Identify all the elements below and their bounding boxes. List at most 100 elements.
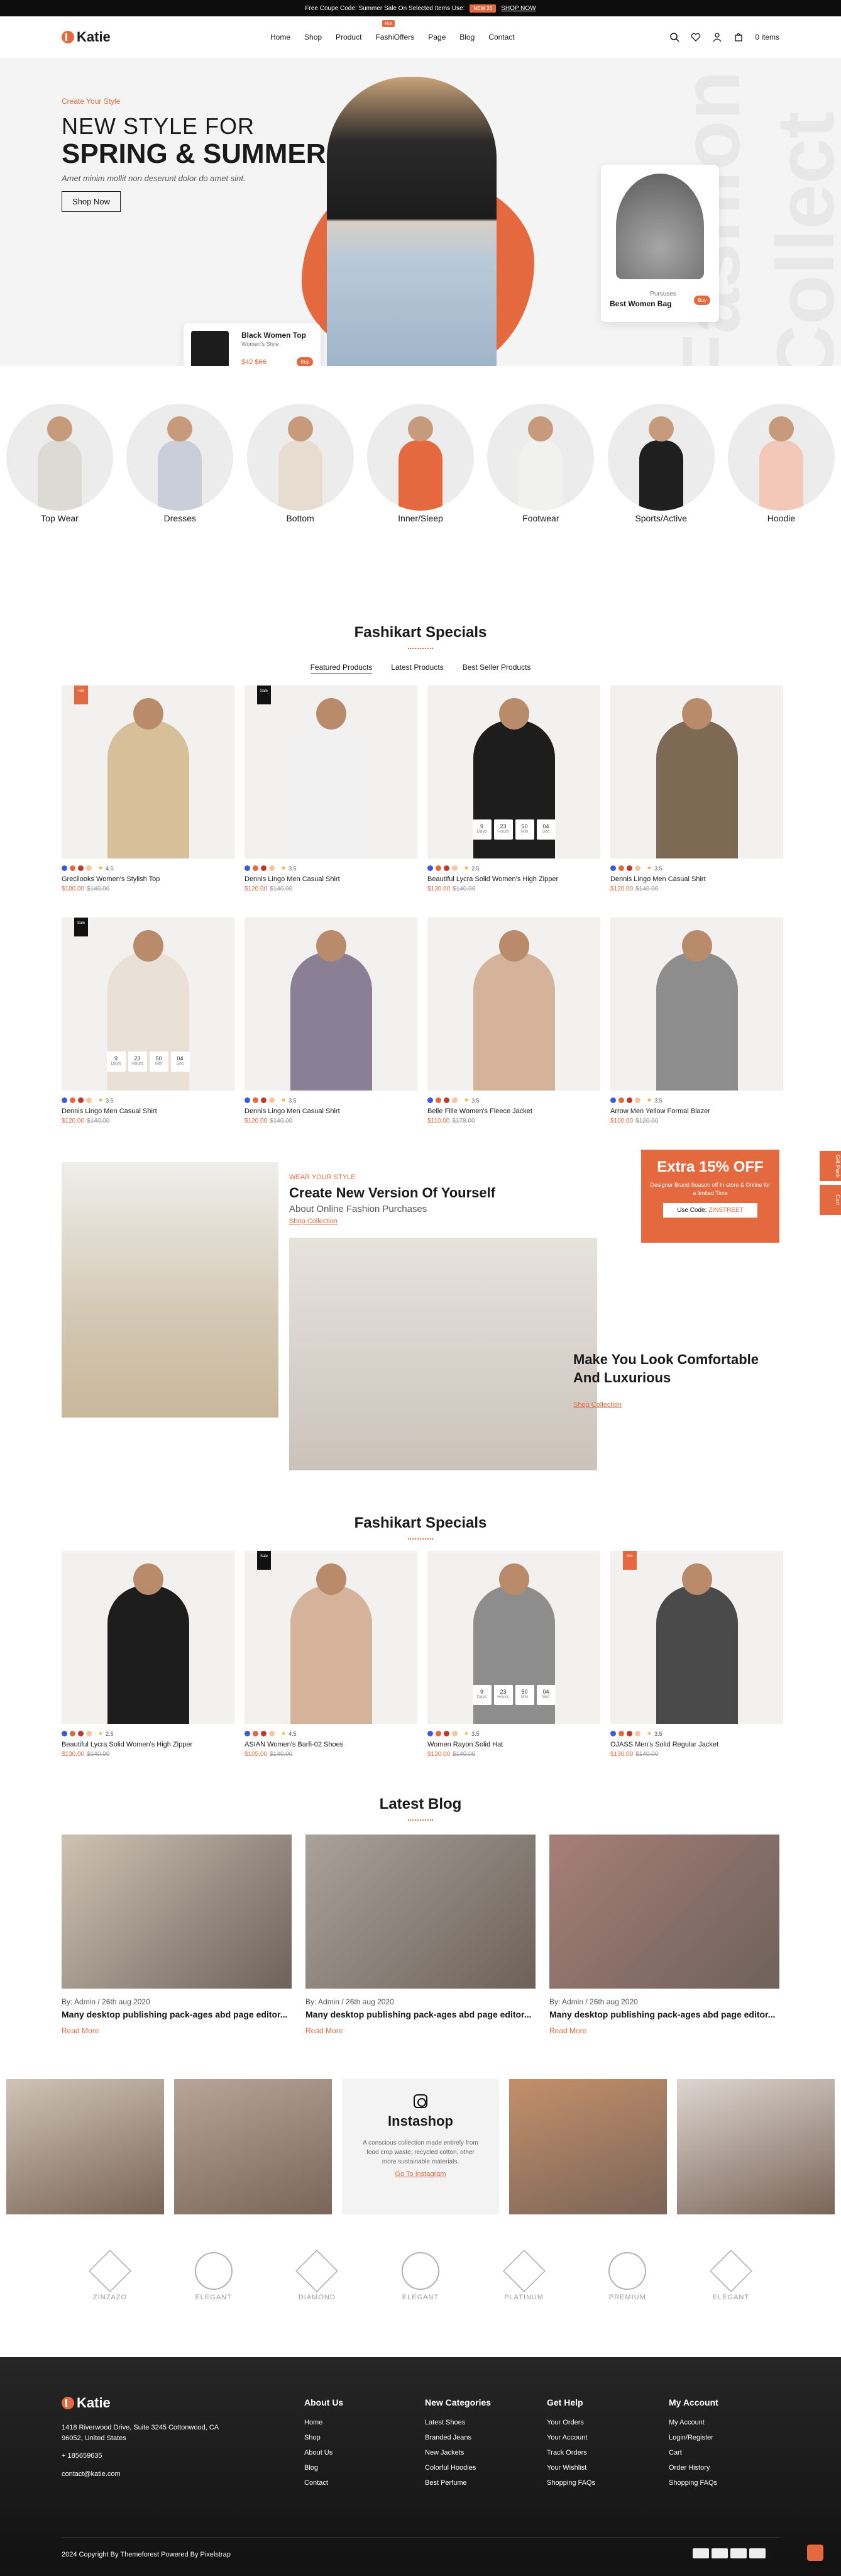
coupon-code[interactable]: Use Code: ZINSTREET xyxy=(663,1203,757,1218)
footer-link[interactable]: Blog xyxy=(304,2464,343,2472)
heart-icon[interactable] xyxy=(691,32,701,42)
footer-link[interactable]: Your Orders xyxy=(547,2419,595,2426)
color-swatch[interactable] xyxy=(261,1731,267,1736)
footer-link[interactable]: Shop xyxy=(304,2434,343,2441)
footer-link[interactable]: About Us xyxy=(304,2449,343,2457)
color-swatch[interactable] xyxy=(78,865,84,871)
footer-link[interactable]: Your Account xyxy=(547,2434,595,2441)
category-item[interactable]: Bottom xyxy=(246,404,354,624)
footer-link[interactable]: Shopping FAQs xyxy=(669,2479,718,2487)
color-swatch[interactable] xyxy=(86,1097,92,1103)
color-swatch[interactable] xyxy=(444,1097,449,1103)
color-swatch[interactable] xyxy=(269,1097,275,1103)
category-item[interactable]: Top Wear xyxy=(6,404,113,624)
footer-link[interactable]: Track Orders xyxy=(547,2449,595,2457)
product-card[interactable]: ★ 3.5 Arrow Men Yellow Formal Blazer $100.0… xyxy=(610,918,783,1124)
hero-bag-card[interactable]: Pursuses Best Women Bag Buy xyxy=(601,165,719,322)
product-image[interactable]: 9 Days 23 Hours 50 Min 04 Sec xyxy=(427,1551,600,1724)
product-card[interactable]: 9 Days 23 Hours 50 Min 04 Sec ★ 3.5 Women Rayon So… xyxy=(427,1551,600,1758)
color-swatch[interactable] xyxy=(452,865,458,871)
shop-now-link[interactable]: SHOP NOW xyxy=(501,5,536,12)
product-card[interactable]: ★ 3.5 Belle Fille Women's Fleece Jacket $11… xyxy=(427,918,600,1124)
brand-logo[interactable]: ELEGANT xyxy=(703,2250,759,2301)
blog-image[interactable] xyxy=(305,1835,536,1989)
product-card[interactable]: Hot ★ 3.5 OJASS Men's Solid Regular Jacket $… xyxy=(610,1551,783,1758)
nav-contact[interactable]: Contact xyxy=(488,33,514,42)
color-swatch[interactable] xyxy=(78,1097,84,1103)
instagram-photo[interactable] xyxy=(6,2079,164,2215)
instagram-photo[interactable] xyxy=(677,2079,835,2215)
color-swatch[interactable] xyxy=(253,865,258,871)
hero-product-card[interactable]: Black Women Top Women's Style $42 $66 Bu… xyxy=(184,323,321,366)
color-swatch[interactable] xyxy=(610,1097,616,1103)
color-swatch[interactable] xyxy=(635,1731,640,1736)
footer-email[interactable]: contact@katie.com xyxy=(62,2469,225,2480)
color-swatch[interactable] xyxy=(618,865,624,871)
tab-latest[interactable]: Latest Products xyxy=(391,663,443,674)
color-swatch[interactable] xyxy=(436,1097,441,1103)
product-card[interactable]: Sale 9 Days 23 Hours 50 Min 04 Sec ★ 3.5 Dennis Lin… xyxy=(62,918,234,1124)
category-item[interactable]: Inner/Sleep xyxy=(366,404,474,624)
read-more-link[interactable]: Read More xyxy=(305,2026,536,2035)
color-swatch[interactable] xyxy=(261,865,267,871)
category-item[interactable]: Footwear xyxy=(487,404,595,624)
promo-shop-link-2[interactable]: Shop Collection xyxy=(573,1401,622,1409)
product-name[interactable]: Dennis Lingo Men Casual Shirt xyxy=(245,875,417,883)
blog-card[interactable]: By: Admin / 26th aug 2020 Many desktop pu… xyxy=(549,1835,779,2035)
footer-link[interactable]: Branded Jeans xyxy=(425,2434,491,2441)
nav-shop[interactable]: Shop xyxy=(304,33,322,42)
nav-blog[interactable]: Blog xyxy=(459,33,475,42)
product-name[interactable]: Dennis Lingo Men Casual Shirt xyxy=(245,1108,417,1115)
brand-logo[interactable]: PLATINUM xyxy=(496,2250,552,2301)
nav-home[interactable]: Home xyxy=(270,33,290,42)
brand-logo[interactable]: ZINZAZO xyxy=(82,2250,138,2301)
product-name[interactable]: Grecilooks Women's Stylish Top xyxy=(62,875,234,883)
product-image[interactable]: Sale xyxy=(245,686,417,858)
blog-card[interactable]: By: Admin / 26th aug 2020 Many desktop pu… xyxy=(305,1835,536,2035)
category-item[interactable]: Dresses xyxy=(126,404,234,624)
footer-link[interactable]: Home xyxy=(304,2419,343,2426)
color-swatch[interactable] xyxy=(427,865,433,871)
nav-product[interactable]: Product xyxy=(336,33,361,42)
product-image[interactable] xyxy=(245,918,417,1091)
color-swatch[interactable] xyxy=(62,865,67,871)
product-image[interactable]: Hot xyxy=(62,686,234,858)
instagram-link[interactable]: Go To Instagram xyxy=(342,2170,500,2178)
blog-title[interactable]: Many desktop publishing pack-ages abd pa… xyxy=(305,2009,536,2020)
product-name[interactable]: Dennis Lingo Men Casual Shirt xyxy=(62,1108,234,1115)
category-item[interactable]: Sports/Active xyxy=(607,404,715,624)
hero-card-buy-button[interactable]: Buy xyxy=(297,357,313,366)
color-swatch[interactable] xyxy=(427,1731,433,1736)
hero-shop-now-button[interactable]: Shop Now xyxy=(62,191,121,212)
color-swatch[interactable] xyxy=(70,1731,75,1736)
product-image[interactable]: Hot xyxy=(610,1551,783,1724)
blog-title[interactable]: Many desktop publishing pack-ages abd pa… xyxy=(549,2009,779,2020)
product-name[interactable]: Beautiful Lycra Solid Women's High Zippe… xyxy=(427,875,600,883)
color-swatch[interactable] xyxy=(635,1097,640,1103)
color-swatch[interactable] xyxy=(245,1731,250,1736)
color-swatch[interactable] xyxy=(261,1097,267,1103)
color-swatch[interactable] xyxy=(86,1731,92,1736)
side-cart-tab[interactable]: Cart xyxy=(820,1185,841,1215)
cart-count[interactable]: 0 items xyxy=(755,33,779,42)
footer-link[interactable]: Cart xyxy=(669,2449,718,2457)
color-swatch[interactable] xyxy=(444,1731,449,1736)
promo-shop-link[interactable]: Shop Collection xyxy=(289,1218,338,1225)
product-image[interactable] xyxy=(62,1551,234,1724)
footer-phone[interactable]: + 185659635 xyxy=(62,2451,225,2462)
product-card[interactable]: Sale ★ 3.5 Dennis Lingo Men Casual Shirt $12… xyxy=(245,686,417,892)
product-name[interactable]: Beautiful Lycra Solid Women's High Zippe… xyxy=(62,1741,234,1748)
color-swatch[interactable] xyxy=(627,1731,632,1736)
color-swatch[interactable] xyxy=(62,1731,67,1736)
color-swatch[interactable] xyxy=(436,1731,441,1736)
color-swatch[interactable] xyxy=(452,1731,458,1736)
category-item[interactable]: Hoodie xyxy=(727,404,835,624)
footer-link[interactable]: Your Wishlist xyxy=(547,2464,595,2472)
color-swatch[interactable] xyxy=(245,865,250,871)
product-name[interactable]: OJASS Men's Solid Regular Jacket xyxy=(610,1741,783,1748)
product-name[interactable]: Dennis Lingo Men Casual Shirt xyxy=(610,875,783,883)
product-image[interactable] xyxy=(610,918,783,1091)
cart-icon[interactable] xyxy=(734,32,744,42)
product-card[interactable]: ★ 2.5 Beautiful Lycra Solid Women's High Z… xyxy=(62,1551,234,1758)
brand-logo[interactable]: ELEGANT xyxy=(392,2252,449,2301)
